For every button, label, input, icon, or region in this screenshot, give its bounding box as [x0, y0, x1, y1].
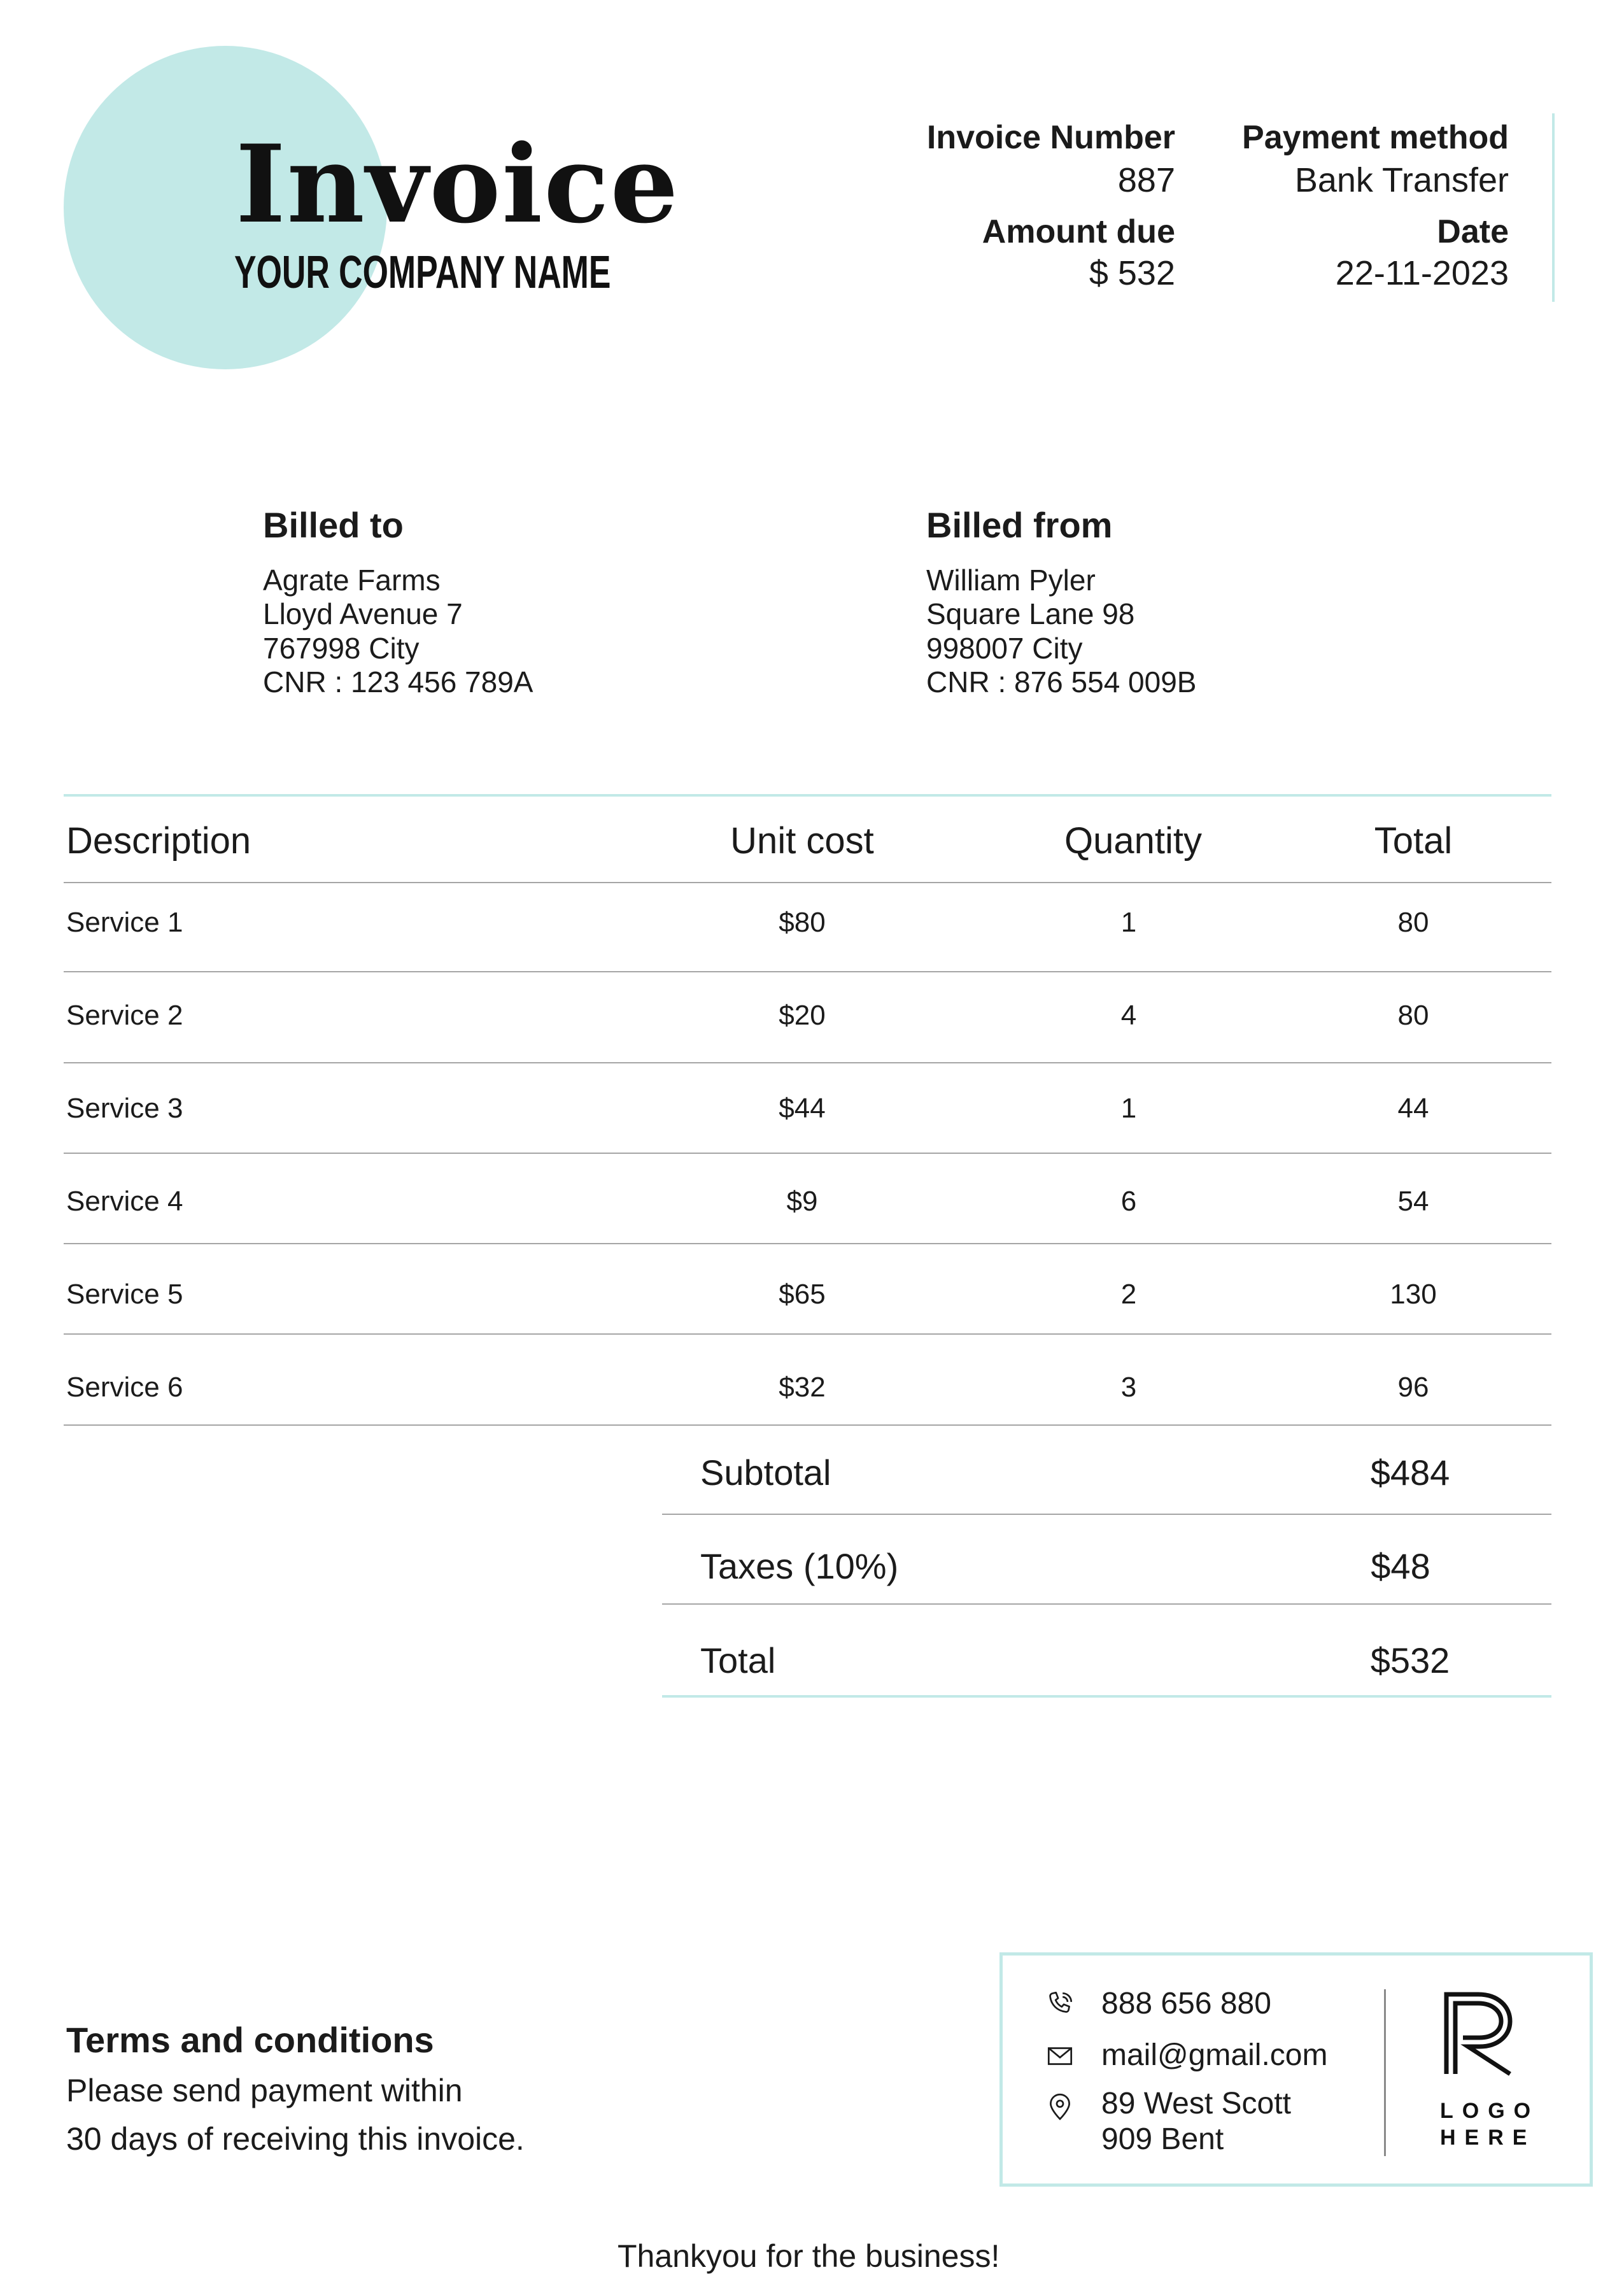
thank-you-note: Thankyou for the business! [618, 2238, 1000, 2274]
contact-email: mail@gmail.com [1101, 2038, 1328, 2072]
mail-icon [1047, 2047, 1073, 2065]
date-label: Date [1437, 213, 1509, 250]
billed-from-line: William Pyler [926, 564, 1096, 597]
summary-divider [662, 1603, 1551, 1605]
table-bottom-rule [64, 1424, 1551, 1426]
invoice-number-label: Invoice Number [926, 119, 1175, 156]
table-row-quantity: 3 [1120, 1372, 1137, 1403]
taxes-label: Taxes (10%) [700, 1546, 899, 1586]
table-row-total: 80 [1397, 907, 1429, 938]
table-row-divider [64, 1153, 1551, 1154]
table-top-rule [64, 794, 1551, 797]
logo-text: LOGO [1440, 2099, 1540, 2123]
total-value: $532 [1370, 1640, 1450, 1680]
table-row-description: Service 5 [66, 1279, 183, 1310]
table-row-quantity: 1 [1120, 907, 1137, 938]
logo-mark-icon [1444, 1992, 1513, 2076]
table-row-divider [64, 1333, 1551, 1335]
payment-method-label: Payment method [1242, 119, 1509, 156]
table-header-rule [64, 882, 1551, 883]
billed-to-heading: Billed to [263, 505, 404, 545]
billed-from-heading: Billed from [926, 505, 1113, 545]
subtotal-value: $484 [1370, 1452, 1450, 1493]
header-divider [1552, 113, 1555, 302]
billed-to-line: 767998 City [263, 632, 420, 665]
table-row-description: Service 1 [66, 907, 183, 938]
table-row-quantity: 4 [1120, 1000, 1137, 1031]
table-row-divider [64, 971, 1551, 972]
table-row-description: Service 2 [66, 1000, 183, 1031]
terms-heading: Terms and conditions [66, 2020, 434, 2060]
summary-bottom-rule [662, 1695, 1551, 1698]
billed-to-line: Agrate Farms [263, 564, 441, 597]
invoice-title: Invoice [236, 121, 680, 247]
phone-icon [1049, 1991, 1073, 2013]
billed-from-line: 998007 City [926, 632, 1083, 665]
header-quantity: Quantity [1064, 820, 1202, 862]
table-row-unit-cost: $80 [779, 907, 826, 938]
company-name: YOUR COMPANY NAME [234, 247, 611, 298]
terms-line: 30 days of receiving this invoice. [66, 2121, 525, 2157]
taxes-value: $48 [1371, 1546, 1430, 1586]
table-row-quantity: 6 [1120, 1186, 1137, 1217]
table-row-description: Service 6 [66, 1372, 183, 1403]
table-row-unit-cost: $9 [786, 1186, 818, 1217]
amount-due-value: $ 532 [1089, 254, 1175, 292]
subtotal-label: Subtotal [700, 1452, 831, 1493]
table-row-quantity: 1 [1120, 1093, 1137, 1124]
table-row-divider [64, 1062, 1551, 1063]
payment-method-value: Bank Transfer [1294, 161, 1509, 199]
contact-address-line: 909 Bent [1101, 2122, 1224, 2156]
header-unit-cost: Unit cost [730, 820, 874, 862]
amount-due-label: Amount due [982, 213, 1175, 250]
summary-divider [662, 1514, 1551, 1515]
billed-from-line: Square Lane 98 [926, 597, 1135, 630]
billed-to-line: Lloyd Avenue 7 [263, 597, 463, 630]
table-row-quantity: 2 [1120, 1279, 1137, 1310]
location-pin-icon [1050, 2093, 1070, 2120]
header-total: Total [1374, 820, 1453, 862]
contact-divider [1384, 1989, 1386, 2156]
header-description: Description [66, 820, 251, 862]
table-row-total: 96 [1397, 1372, 1429, 1403]
billed-from-line: CNR : 876 554 009B [926, 665, 1197, 699]
table-row-description: Service 3 [66, 1093, 183, 1124]
table-row-total: 130 [1390, 1279, 1437, 1310]
table-row-unit-cost: $65 [779, 1279, 826, 1310]
billed-to-line: CNR : 123 456 789A [263, 665, 533, 699]
date-value: 22-11-2023 [1335, 254, 1509, 292]
table-row-total: 54 [1397, 1186, 1429, 1217]
table-row-unit-cost: $20 [779, 1000, 826, 1031]
table-row-unit-cost: $44 [779, 1093, 826, 1124]
terms-line: Please send payment within [66, 2073, 463, 2108]
table-row-unit-cost: $32 [779, 1372, 826, 1403]
contact-address-line: 89 West Scott [1101, 2087, 1291, 2120]
table-row-total: 44 [1397, 1093, 1429, 1124]
contact-phone: 888 656 880 [1101, 1987, 1271, 2020]
table-row-divider [64, 1243, 1551, 1244]
table-row-total: 80 [1397, 1000, 1429, 1031]
table-row-description: Service 4 [66, 1186, 183, 1217]
invoice-number-value: 887 [1117, 161, 1175, 199]
logo-text: HERE [1440, 2126, 1536, 2150]
total-label: Total [700, 1640, 776, 1680]
